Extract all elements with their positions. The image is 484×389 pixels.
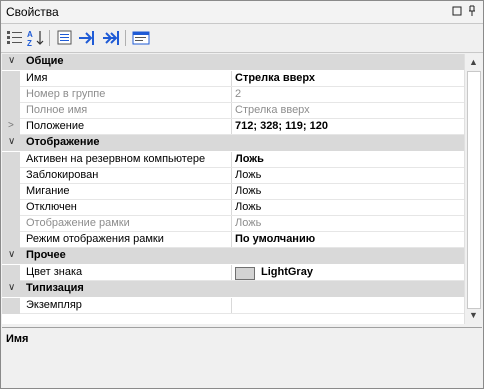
property-name: Номер в группе [26,88,106,100]
category-header[interactable]: ∨ Прочее [2,248,464,264]
collapse-caret-icon[interactable]: ∨ [8,249,15,260]
property-value[interactable]: 2 [235,88,241,100]
property-row[interactable]: Имя Стрелка вверх [2,71,464,87]
column-divider [231,298,232,314]
property-row[interactable]: > Положение 712; 328; 119; 120 [2,119,464,135]
properties-panel: Свойства A Z ∨ Общие Имя Стрелка вверх Н… [0,0,484,389]
property-value[interactable]: Ложь [235,185,261,197]
property-row[interactable]: Экземпляр [2,298,464,314]
row-gutter [2,232,20,248]
property-row[interactable]: Отключен Ложь [2,200,464,216]
scroll-down-icon[interactable]: ▼ [465,307,482,324]
property-name: Полное имя [26,104,88,116]
column-divider [231,265,232,281]
property-name: Режим отображения рамки [26,233,164,245]
property-row[interactable]: Цвет знака LightGray [2,265,464,281]
property-name: Имя [26,72,48,84]
property-name: Экземпляр [26,299,82,311]
alphabetical-sort-icon[interactable]: A Z [27,29,45,48]
scroll-up-icon[interactable]: ▲ [465,54,482,71]
row-gutter [2,168,20,184]
pin-icon[interactable] [466,5,478,17]
column-divider [231,71,232,87]
property-value[interactable]: Ложь [235,153,264,165]
property-row[interactable]: Режим отображения рамки По умолчанию [2,232,464,248]
color-swatch [235,267,255,280]
description-title: Имя [6,333,29,345]
property-value[interactable]: По умолчанию [235,233,315,245]
property-grid: ∨ Общие Имя Стрелка вверх Номер в группе 2 Пол… [2,54,464,324]
property-name: Цвет знака [26,266,83,278]
goto-double-arrow-icon[interactable] [102,29,120,47]
panel-title: Свойства [6,5,59,19]
category-header[interactable]: ∨ Общие [2,54,464,70]
svg-text:A: A [27,30,33,39]
row-gutter [2,87,20,103]
toolbar-separator [49,30,50,46]
property-row[interactable]: Номер в группе 2 [2,87,464,103]
row-gutter [2,265,20,281]
column-divider [231,119,232,135]
row-divider [20,313,464,314]
property-name: Заблокирован [26,169,99,181]
category-label: Типизация [26,282,84,294]
scrollbar-thumb[interactable] [467,71,481,309]
column-divider [231,200,232,216]
property-value[interactable]: Стрелка вверх [235,72,315,84]
category-header[interactable]: ∨ Отображение [2,135,464,151]
row-gutter [2,152,20,168]
property-name: Мигание [26,185,70,197]
description-pane: Имя [2,327,482,388]
column-divider [231,184,232,200]
property-name: Положение [26,120,85,132]
column-divider [231,152,232,168]
expand-caret-icon[interactable]: > [8,120,14,131]
property-value[interactable]: Ложь [235,201,261,213]
property-row[interactable]: Отображение рамки Ложь [2,216,464,232]
property-value[interactable]: LightGray [261,266,313,278]
property-name: Отображение рамки [26,217,130,229]
property-row[interactable]: Полное имя Стрелка вверх [2,103,464,119]
property-value[interactable]: Стрелка вверх [235,104,310,116]
category-label: Отображение [26,136,100,148]
properties-list-icon[interactable] [56,29,74,47]
category-label: Общие [26,55,64,67]
property-name: Активен на резервном компьютере [26,153,206,165]
category-label: Прочее [26,249,66,261]
svg-text:Z: Z [27,39,32,47]
column-divider [231,216,232,232]
category-header[interactable]: ∨ Типизация [2,281,464,297]
column-divider [231,232,232,248]
collapse-caret-icon[interactable]: ∨ [8,136,15,147]
property-row[interactable]: Заблокирован Ложь [2,168,464,184]
toolbar: A Z [1,24,483,53]
column-divider [231,103,232,119]
property-value[interactable]: 712; 328; 119; 120 [235,120,328,132]
property-row[interactable]: Активен на резервном компьютере Ложь [2,152,464,168]
column-divider [231,168,232,184]
row-gutter [2,216,20,232]
row-gutter [2,71,20,87]
categorized-view-icon[interactable] [6,29,24,47]
row-gutter [2,298,20,314]
collapse-caret-icon[interactable]: ∨ [8,282,15,293]
property-row[interactable]: Мигание Ложь [2,184,464,200]
property-pages-icon[interactable] [132,29,150,47]
restore-icon[interactable] [451,5,463,17]
collapse-caret-icon[interactable]: ∨ [8,55,15,66]
row-gutter [2,184,20,200]
property-value[interactable]: Ложь [235,169,261,181]
toolbar-separator [125,30,126,46]
property-name: Отключен [26,201,77,213]
vertical-scrollbar[interactable]: ▲ ▼ [464,54,482,324]
property-value[interactable]: Ложь [235,217,261,229]
row-gutter [2,200,20,216]
goto-arrow-icon[interactable] [78,29,96,47]
row-gutter [2,103,20,119]
panel-titlebar: Свойства [1,1,483,24]
column-divider [231,87,232,103]
